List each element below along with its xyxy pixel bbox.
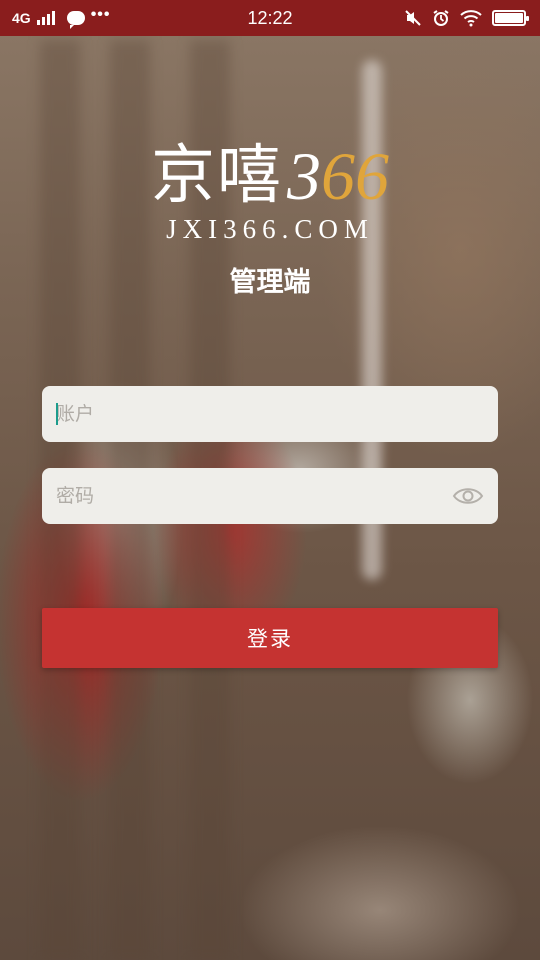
page-subtitle: 管理端 bbox=[229, 267, 311, 298]
logo-number: 3 66 bbox=[287, 140, 389, 212]
login-button[interactable]: 登录 bbox=[42, 608, 498, 668]
logo-mark: 京嘻 3 66 bbox=[151, 140, 389, 212]
logo-number-accent: 66 bbox=[321, 138, 389, 214]
password-input[interactable] bbox=[42, 468, 498, 524]
brand-logo: 京嘻 3 66 JXI366.COM bbox=[0, 140, 540, 245]
status-bar: 4G ••• 12:22 bbox=[0, 0, 540, 36]
alarm-icon bbox=[433, 10, 449, 26]
logo-number-first: 3 bbox=[287, 138, 321, 214]
password-field[interactable] bbox=[42, 468, 498, 524]
text-cursor bbox=[56, 403, 58, 425]
signal-icon bbox=[36, 11, 55, 25]
wifi-icon bbox=[460, 10, 482, 27]
status-bar-right bbox=[404, 0, 529, 36]
status-bar-left: 4G ••• bbox=[12, 0, 111, 36]
more-notifications-icon: ••• bbox=[90, 6, 111, 23]
logo-chinese-text: 京嘻 bbox=[151, 139, 283, 213]
account-field[interactable] bbox=[42, 386, 498, 442]
battery-level bbox=[495, 13, 523, 23]
battery-icon bbox=[492, 10, 529, 26]
account-input[interactable] bbox=[42, 386, 498, 442]
show-password-eye-icon[interactable] bbox=[452, 483, 484, 509]
mute-icon bbox=[405, 10, 421, 26]
network-type: 4G bbox=[12, 10, 31, 26]
message-notification-icon bbox=[66, 11, 85, 29]
logo-domain: JXI366.COM bbox=[166, 214, 374, 244]
